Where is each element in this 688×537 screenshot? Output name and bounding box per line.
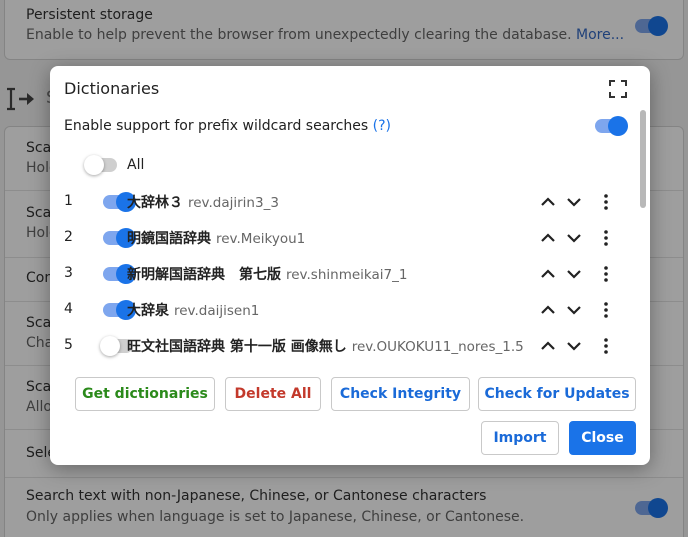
dictionary-revision: rev.Meikyou1 (216, 231, 306, 247)
chevron-down-icon[interactable] (564, 264, 584, 284)
dictionary-index: 5 (64, 337, 73, 353)
dictionary-name: 旺文社国語辞典 第十一版 画像無し rev.OUKOKU11_nores_1.5 (127, 336, 524, 356)
dictionary-index: 3 (64, 265, 73, 281)
delete-all-button[interactable]: Delete All (225, 377, 321, 411)
get-dictionaries-button[interactable]: Get dictionaries (75, 377, 215, 411)
prefix-wildcard-help-link[interactable]: (?) (373, 118, 391, 134)
prefix-wildcard-label: Enable support for prefix wildcard searc… (64, 118, 391, 134)
dictionary-title: 明鏡国語辞典 (127, 231, 211, 247)
dictionary-row: 3 新明解国語辞典 第七版 rev.shinmeikai7_1 (50, 256, 630, 292)
all-dictionaries-toggle[interactable] (84, 155, 117, 175)
check-updates-button[interactable]: Check for Updates (478, 377, 636, 411)
dictionary-row: 5 旺文社国語辞典 第十一版 画像無し rev.OUKOKU11_nores_1.… (50, 328, 630, 364)
dictionary-name: 明鏡国語辞典 rev.Meikyou1 (127, 228, 305, 248)
chevron-down-icon[interactable] (564, 336, 584, 356)
import-button[interactable]: Import (481, 421, 559, 455)
dictionary-title: 大辞泉 (127, 303, 169, 319)
dictionary-row: 4 大辞泉 rev.daijisen1 (50, 292, 630, 328)
dictionary-index: 4 (64, 301, 73, 317)
dictionary-title: 旺文社国語辞典 第十一版 画像無し (127, 339, 347, 355)
chevron-down-icon[interactable] (564, 300, 584, 320)
dictionary-name: 新明解国語辞典 第七版 rev.shinmeikai7_1 (127, 264, 407, 284)
dictionary-revision: rev.daijisen1 (174, 303, 260, 319)
more-vert-icon[interactable] (596, 228, 616, 248)
chevron-down-icon[interactable] (564, 192, 584, 212)
dictionary-index: 2 (64, 229, 73, 245)
prefix-wildcard-text: Enable support for prefix wildcard searc… (64, 118, 369, 134)
all-label: All (127, 157, 145, 173)
dictionary-row: 1 大辞林３ rev.dajirin3_3 (50, 184, 630, 220)
dictionary-index: 1 (64, 193, 73, 209)
check-integrity-button[interactable]: Check Integrity (331, 377, 470, 411)
chevron-up-icon[interactable] (538, 228, 558, 248)
chevron-up-icon[interactable] (538, 264, 558, 284)
dictionary-title: 大辞林３ (127, 195, 183, 211)
chevron-down-icon[interactable] (564, 228, 584, 248)
more-vert-icon[interactable] (596, 264, 616, 284)
modal-title: Dictionaries (64, 79, 160, 98)
dictionary-name: 大辞泉 rev.daijisen1 (127, 300, 259, 320)
dictionary-revision: rev.shinmeikai7_1 (286, 267, 408, 283)
dictionary-row: 2 明鏡国語辞典 rev.Meikyou1 (50, 220, 630, 256)
chevron-up-icon[interactable] (538, 192, 558, 212)
scrollbar-thumb[interactable] (640, 110, 646, 208)
dictionary-name: 大辞林３ rev.dajirin3_3 (127, 192, 279, 212)
fullscreen-icon[interactable] (608, 79, 628, 99)
dictionary-revision: rev.dajirin3_3 (188, 195, 279, 211)
more-vert-icon[interactable] (596, 192, 616, 212)
dictionary-revision: rev.OUKOKU11_nores_1.5 (351, 339, 524, 355)
more-vert-icon[interactable] (596, 300, 616, 320)
prefix-wildcard-toggle[interactable] (595, 116, 628, 136)
close-button[interactable]: Close (569, 421, 636, 455)
dictionary-title: 新明解国語辞典 第七版 (127, 267, 281, 283)
more-vert-icon[interactable] (596, 336, 616, 356)
chevron-up-icon[interactable] (538, 336, 558, 356)
dictionaries-modal: Dictionaries Enable support for prefix w… (50, 66, 650, 465)
chevron-up-icon[interactable] (538, 300, 558, 320)
